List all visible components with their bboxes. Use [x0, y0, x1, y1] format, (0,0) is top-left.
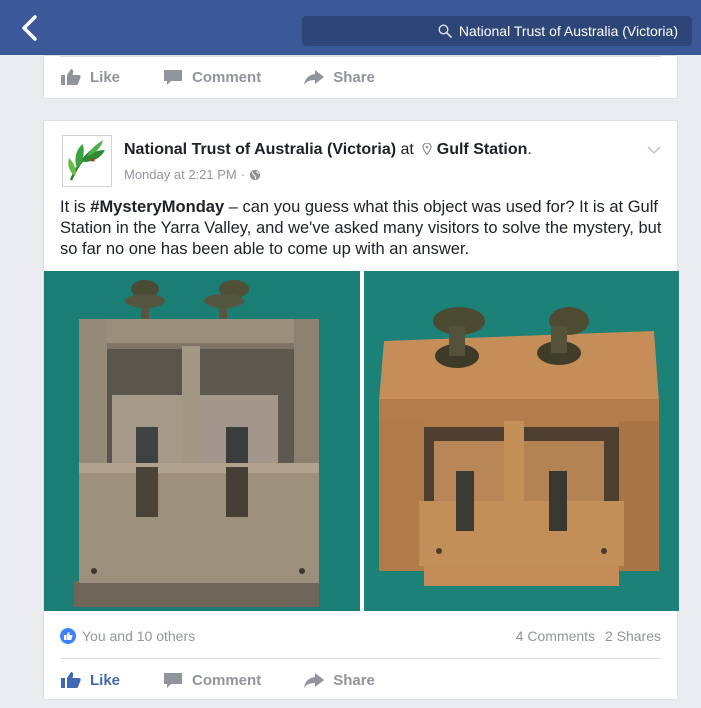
share-label: Share	[333, 671, 375, 689]
post-photo-1[interactable]	[44, 271, 360, 611]
post-card: National Trust of Australia (Victoria) a…	[43, 120, 679, 700]
wooden-press-photo-front	[44, 271, 360, 611]
meta-separator: ·	[240, 167, 246, 182]
share-label: Share	[333, 68, 375, 86]
post-photo-2[interactable]	[364, 271, 679, 611]
comment-label: Comment	[192, 68, 262, 86]
comment-button[interactable]: Comment	[162, 671, 261, 689]
location-suffix: .	[527, 141, 532, 158]
divider	[60, 56, 661, 57]
comment-icon	[164, 70, 183, 85]
wooden-press-photo-top	[364, 271, 679, 611]
shares-count-link[interactable]: 2 Shares	[605, 628, 661, 644]
post-actions: Like Comment Share	[44, 661, 677, 699]
previous-post-card: Like Comment Share	[43, 55, 678, 99]
reactions-link[interactable]: You and 10 others	[60, 628, 195, 644]
search-text: National Trust of Australia (Victoria)	[458, 23, 678, 39]
post-meta: Monday at 2:21 PM ·	[124, 167, 261, 182]
reactions-summary: You and 10 others 4 Comments 2 Shares	[60, 626, 661, 646]
like-label: Like	[90, 671, 121, 689]
leaf-logo-icon	[63, 136, 111, 186]
location-pin-icon	[422, 143, 432, 155]
comment-icon	[164, 673, 183, 688]
share-icon	[304, 70, 325, 85]
post-text: It is #MysteryMonday – can you guess wha…	[60, 197, 665, 260]
share-icon	[304, 673, 325, 688]
post-timestamp[interactable]: Monday at 2:21 PM	[124, 167, 237, 182]
like-button[interactable]: Like	[60, 671, 120, 689]
post-text-prefix: It is	[60, 198, 91, 216]
like-button[interactable]: Like	[60, 68, 120, 86]
comment-label: Comment	[192, 671, 262, 689]
globe-icon	[249, 169, 261, 180]
engagement-counts: 4 Comments 2 Shares	[510, 628, 661, 644]
chevron-left-icon	[22, 15, 37, 41]
like-reaction-badge	[60, 628, 76, 644]
thumbs-up-icon	[64, 632, 73, 640]
page-name-link[interactable]: National Trust of Australia (Victoria)	[124, 141, 396, 158]
back-button[interactable]	[18, 14, 42, 42]
location-link[interactable]: Gulf Station	[437, 141, 528, 158]
previous-post-actions: Like Comment Share	[44, 58, 677, 96]
thumbs-up-icon	[61, 69, 81, 85]
share-button[interactable]: Share	[303, 671, 375, 689]
comment-button[interactable]: Comment	[162, 68, 261, 86]
hashtag-link[interactable]: #MysteryMonday	[90, 198, 224, 216]
share-button[interactable]: Share	[303, 68, 375, 86]
chevron-down-icon[interactable]	[647, 145, 661, 155]
search-bar[interactable]: National Trust of Australia (Victoria)	[302, 16, 692, 46]
top-navigation-bar: National Trust of Australia (Victoria)	[0, 0, 701, 55]
post-title: National Trust of Australia (Victoria) a…	[124, 141, 532, 159]
page-avatar[interactable]	[62, 135, 112, 187]
comments-count-link[interactable]: 4 Comments	[516, 628, 595, 644]
search-icon	[438, 24, 452, 38]
reactions-text: You and 10 others	[82, 628, 196, 644]
divider	[60, 658, 661, 659]
at-word: at	[400, 141, 414, 158]
like-label: Like	[90, 68, 121, 86]
thumbs-up-icon	[61, 672, 81, 688]
